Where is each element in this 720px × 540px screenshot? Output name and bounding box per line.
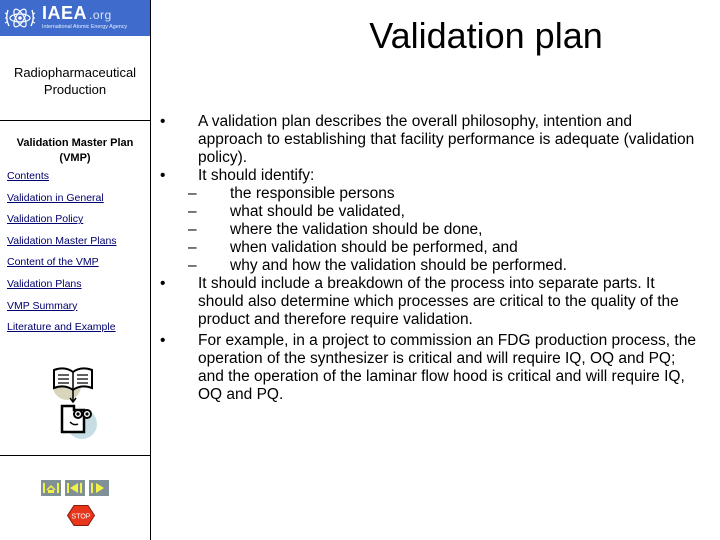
nav-item-contents: Contents	[7, 166, 117, 188]
nav-item-validation-policy: Validation Policy	[7, 209, 117, 231]
bullet-marker: •	[160, 167, 166, 184]
dash-marker: –	[188, 257, 197, 274]
sub-item: – why and how the validation should be p…	[188, 257, 567, 274]
nav-item-literature-and-example: Literature and Example	[7, 317, 117, 339]
sub-item: – where the validation should be done,	[188, 221, 483, 238]
nav-link[interactable]: Literature and Example	[7, 321, 116, 333]
logo-subtitle: International Atomic Energy Agency	[42, 24, 128, 30]
iaea-logo[interactable]: IAEA .org International Atomic Energy Age…	[0, 0, 150, 36]
bullet-marker: •	[160, 275, 166, 292]
nav-item-validation-master-plans: Validation Master Plans	[7, 231, 117, 253]
dash-marker: –	[188, 221, 197, 238]
sidebar: IAEA .org International Atomic Energy Age…	[0, 0, 151, 540]
slide-title: Validation plan	[369, 15, 603, 56]
stop-label: STOP	[72, 514, 91, 521]
navigation-controls	[41, 480, 109, 496]
dash-marker: –	[188, 203, 197, 220]
dash-marker: –	[188, 185, 197, 202]
book-to-document-icon	[53, 367, 97, 439]
nav-title: Validation Master Plan (VMP)	[16, 137, 134, 164]
nav-item-vmp-summary: VMP Summary	[7, 296, 117, 318]
nav-link[interactable]: Content of the VMP	[7, 256, 99, 268]
nav-link[interactable]: Validation Policy	[7, 213, 83, 225]
slide-content: • A validation plan describes the overal…	[155, 113, 700, 404]
stop-button[interactable]: STOP	[67, 505, 95, 526]
nav-link[interactable]: Validation in General	[7, 192, 104, 204]
section-title: Radiopharmaceutical Production	[13, 65, 137, 97]
bullet-item: • For example, in a project to commissio…	[160, 332, 696, 403]
nav-item-validation-plans: Validation Plans	[7, 274, 117, 296]
bullet-marker: •	[160, 113, 166, 130]
dash-marker: –	[188, 239, 197, 256]
forward-button[interactable]	[89, 480, 109, 496]
logo-wordmark: IAEA .org	[42, 3, 112, 23]
nav-link[interactable]: VMP Summary	[7, 300, 77, 312]
sidebar-divider	[0, 455, 151, 456]
nav-link[interactable]: Validation Master Plans	[7, 235, 117, 247]
back-icon	[67, 483, 82, 493]
bullet-item: • A validation plan describes the overal…	[160, 113, 695, 166]
home-icon	[43, 483, 59, 493]
sub-item: – the responsible persons	[188, 185, 395, 202]
nav-item-validation-in-general: Validation in General	[7, 188, 117, 210]
nav-link[interactable]: Contents	[7, 170, 49, 182]
home-button[interactable]	[41, 480, 61, 496]
forward-icon	[91, 483, 104, 493]
sub-item: – when validation should be performed, a…	[188, 239, 518, 256]
bullet-item: • It should include a breakdown of the p…	[160, 275, 679, 328]
sidebar-divider	[0, 120, 151, 121]
nav-list: Contents Validation in General Validatio…	[7, 166, 117, 339]
nav-item-content-of-vmp: Content of the VMP	[7, 252, 117, 274]
atom-emblem-icon	[4, 8, 36, 28]
back-button[interactable]	[65, 480, 85, 496]
sub-item: – what should be validated,	[188, 203, 405, 220]
bullet-marker: •	[160, 332, 166, 349]
bullet-item: • It should identify:	[160, 167, 315, 184]
nav-link[interactable]: Validation Plans	[7, 278, 82, 290]
